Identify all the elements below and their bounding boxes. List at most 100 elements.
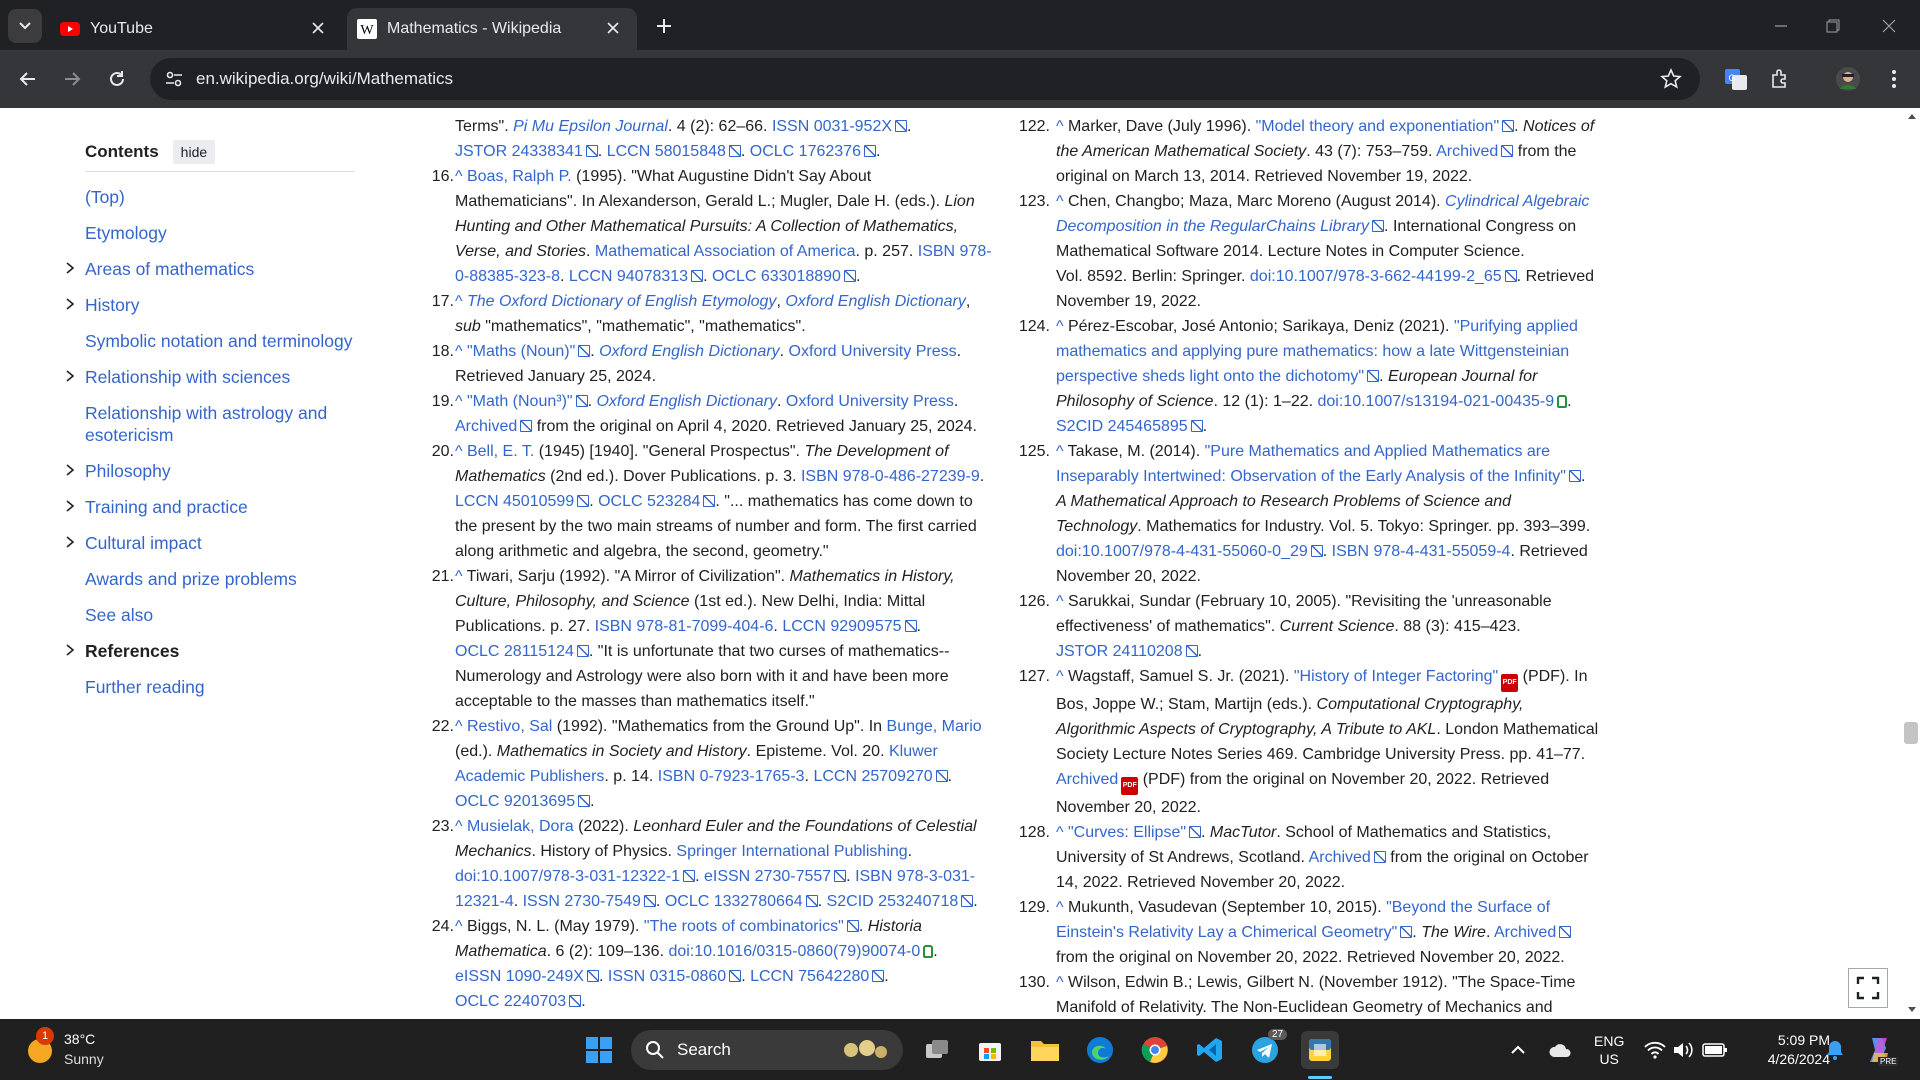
reference-link[interactable]: Oxford English Dictionary — [599, 343, 780, 360]
backlink-caret[interactable]: ^ — [1056, 193, 1064, 210]
extensions-puzzle-icon[interactable] — [1766, 65, 1794, 93]
toc-item-top[interactable]: (Top) — [85, 186, 355, 208]
translate-extension-icon[interactable]: G — [1720, 63, 1752, 95]
wifi-icon[interactable] — [1644, 1019, 1666, 1080]
onedrive-icon[interactable] — [1548, 1019, 1572, 1080]
tab-wikipedia[interactable]: W Mathematics - Wikipedia — [347, 8, 637, 50]
restore-button[interactable] — [1820, 13, 1846, 39]
backlink-caret[interactable]: ^ — [455, 343, 463, 360]
reference-link[interactable]: Academic Publishers — [455, 768, 604, 785]
archive-link[interactable]: Archived — [1494, 924, 1571, 941]
archive-link[interactable]: Archived — [1436, 143, 1513, 160]
reference-link[interactable]: ISBN 978-81-7099-404-6 — [595, 618, 774, 635]
chevron-right-icon[interactable] — [63, 643, 77, 657]
edge-icon[interactable] — [1081, 1031, 1119, 1069]
backlink-caret[interactable]: ^ — [1056, 668, 1064, 685]
reference-link[interactable]: Inseparably Intertwined: Observation of … — [1056, 468, 1581, 485]
scrollbar-thumb[interactable] — [1904, 722, 1918, 744]
tab-youtube[interactable]: YouTube — [52, 8, 342, 50]
reference-link[interactable]: OCLC 2240703 — [455, 993, 581, 1010]
store-icon[interactable] — [971, 1031, 1009, 1069]
reference-link[interactable]: ISSN 0315-0860 — [608, 968, 741, 985]
close-tab-icon[interactable] — [308, 18, 328, 38]
reference-link[interactable]: eISSN 2730-7557 — [704, 868, 846, 885]
python-app-icon[interactable] — [1301, 1031, 1339, 1069]
reference-link[interactable]: ISBN 978- — [918, 243, 992, 260]
back-button[interactable] — [14, 65, 42, 93]
archive-link[interactable]: Archived — [1309, 849, 1386, 866]
toc-item-astrology[interactable]: Relationship with astrology and esoteric… — [85, 402, 355, 446]
chevron-right-icon[interactable] — [63, 261, 77, 275]
reference-link[interactable]: Cylindrical Algebraic — [1445, 193, 1589, 210]
reference-link[interactable]: "Curves: Ellipse" — [1068, 824, 1201, 841]
reference-link[interactable]: mathematics and applying pure mathematic… — [1056, 339, 1604, 364]
toc-item-further-reading[interactable]: Further reading — [85, 676, 355, 698]
toc-item-history[interactable]: History — [66, 294, 355, 316]
backlink-caret[interactable]: ^ — [1056, 974, 1064, 991]
taskbar-search[interactable]: Search — [631, 1030, 903, 1070]
reference-link[interactable]: Bell, E. T. — [467, 443, 534, 460]
reference-link[interactable]: Oxford University Press — [786, 393, 954, 410]
weather-text[interactable]: 38°C Sunny — [64, 1029, 104, 1069]
reference-link[interactable]: LCCN 92909575 — [782, 618, 916, 635]
reference-link[interactable]: "Maths (Noun)" — [467, 343, 590, 360]
reference-link[interactable]: Oxford English Dictionary — [785, 293, 966, 310]
reference-link[interactable]: Oxford University Press — [789, 343, 957, 360]
backlink-caret[interactable]: ^ — [1056, 118, 1064, 135]
backlink-caret[interactable]: ^ — [455, 818, 463, 835]
reference-link[interactable]: doi:10.1007/978-3-031-12322-1 — [455, 868, 695, 885]
telegram-icon[interactable]: 27 — [1246, 1029, 1288, 1069]
reference-link[interactable]: ISBN 978-3-031- — [855, 868, 975, 885]
reference-link[interactable]: S2CID 245465895 — [1056, 418, 1203, 435]
reference-link[interactable]: Mathematical Association of America — [595, 243, 856, 260]
copilot-icon[interactable]: PRE — [1864, 1019, 1899, 1080]
reference-link[interactable]: "Pure Mathematics and Applied Mathematic… — [1205, 443, 1550, 460]
reference-link[interactable]: OCLC 523284 — [598, 493, 715, 510]
reference-link[interactable]: LCCN 58015848 — [607, 143, 741, 160]
reference-link[interactable]: "History of Integer Factoring" — [1294, 668, 1498, 685]
reference-link[interactable]: 12321-4 — [455, 893, 514, 910]
reference-link[interactable]: "Model theory and exponentiation" — [1256, 118, 1515, 135]
tray-overflow-chevron[interactable] — [1510, 1019, 1526, 1080]
file-explorer-icon[interactable] — [1026, 1031, 1064, 1069]
close-window-button[interactable] — [1876, 13, 1902, 39]
battery-icon[interactable] — [1702, 1019, 1728, 1080]
toc-item-training[interactable]: Training and practice — [66, 496, 355, 518]
forward-button[interactable] — [58, 65, 86, 93]
url-text[interactable]: en.wikipedia.org/wiki/Mathematics — [196, 69, 453, 89]
vscode-icon[interactable] — [1191, 1031, 1229, 1069]
toc-item-etymology[interactable]: Etymology — [85, 222, 355, 244]
backlink-caret[interactable]: ^ — [455, 568, 463, 585]
reference-link[interactable]: OCLC 92013695 — [455, 793, 590, 810]
reference-link[interactable]: doi:10.1016/0315-0860(79)90074-0 — [668, 943, 920, 960]
reference-link[interactable]: OCLC 28115124 — [455, 643, 589, 660]
chevron-right-icon[interactable] — [63, 463, 77, 477]
backlink-caret[interactable]: ^ — [1056, 318, 1064, 335]
profile-avatar[interactable] — [1834, 65, 1862, 93]
input-language[interactable]: ENG US — [1594, 1019, 1624, 1080]
reload-button[interactable] — [103, 65, 131, 93]
reference-link[interactable]: ISSN 0031-952X — [772, 118, 907, 135]
reference-link[interactable]: Einstein's Relativity Lay a Chimerical G… — [1056, 924, 1412, 941]
reference-link[interactable]: eISSN 1090-249X — [455, 968, 599, 985]
archive-link[interactable]: Archived — [1056, 771, 1118, 788]
reference-link[interactable]: JSTOR 24110208 — [1056, 643, 1198, 660]
reference-link[interactable]: "Math (Noun³)" — [467, 393, 588, 410]
backlink-caret[interactable]: ^ — [455, 918, 463, 935]
toc-item-cultural[interactable]: Cultural impact — [66, 532, 355, 554]
chevron-right-icon[interactable] — [63, 499, 77, 513]
reference-link[interactable]: Boas, Ralph P. — [467, 168, 572, 185]
reference-link[interactable]: 0-88385-323-8 — [455, 268, 560, 285]
reference-link[interactable]: doi:10.1007/s13194-021-00435-9 — [1318, 393, 1555, 410]
address-bar[interactable]: en.wikipedia.org/wiki/Mathematics — [150, 58, 1700, 100]
start-button[interactable] — [580, 1031, 618, 1069]
reference-link[interactable]: S2CID 253240718 — [827, 893, 974, 910]
reference-link[interactable]: LCCN 45010599 — [455, 493, 589, 510]
toc-hide-button[interactable]: hide — [172, 139, 216, 164]
toc-item-philosophy[interactable]: Philosophy — [66, 460, 355, 482]
reference-link[interactable]: Springer International Publishing — [676, 843, 907, 860]
reference-link[interactable]: JSTOR 24338341 — [455, 143, 598, 160]
reference-link[interactable]: LCCN 75642280 — [750, 968, 884, 985]
reference-link[interactable]: "Purifying applied — [1454, 318, 1578, 335]
more-menu-icon[interactable] — [1880, 65, 1908, 93]
